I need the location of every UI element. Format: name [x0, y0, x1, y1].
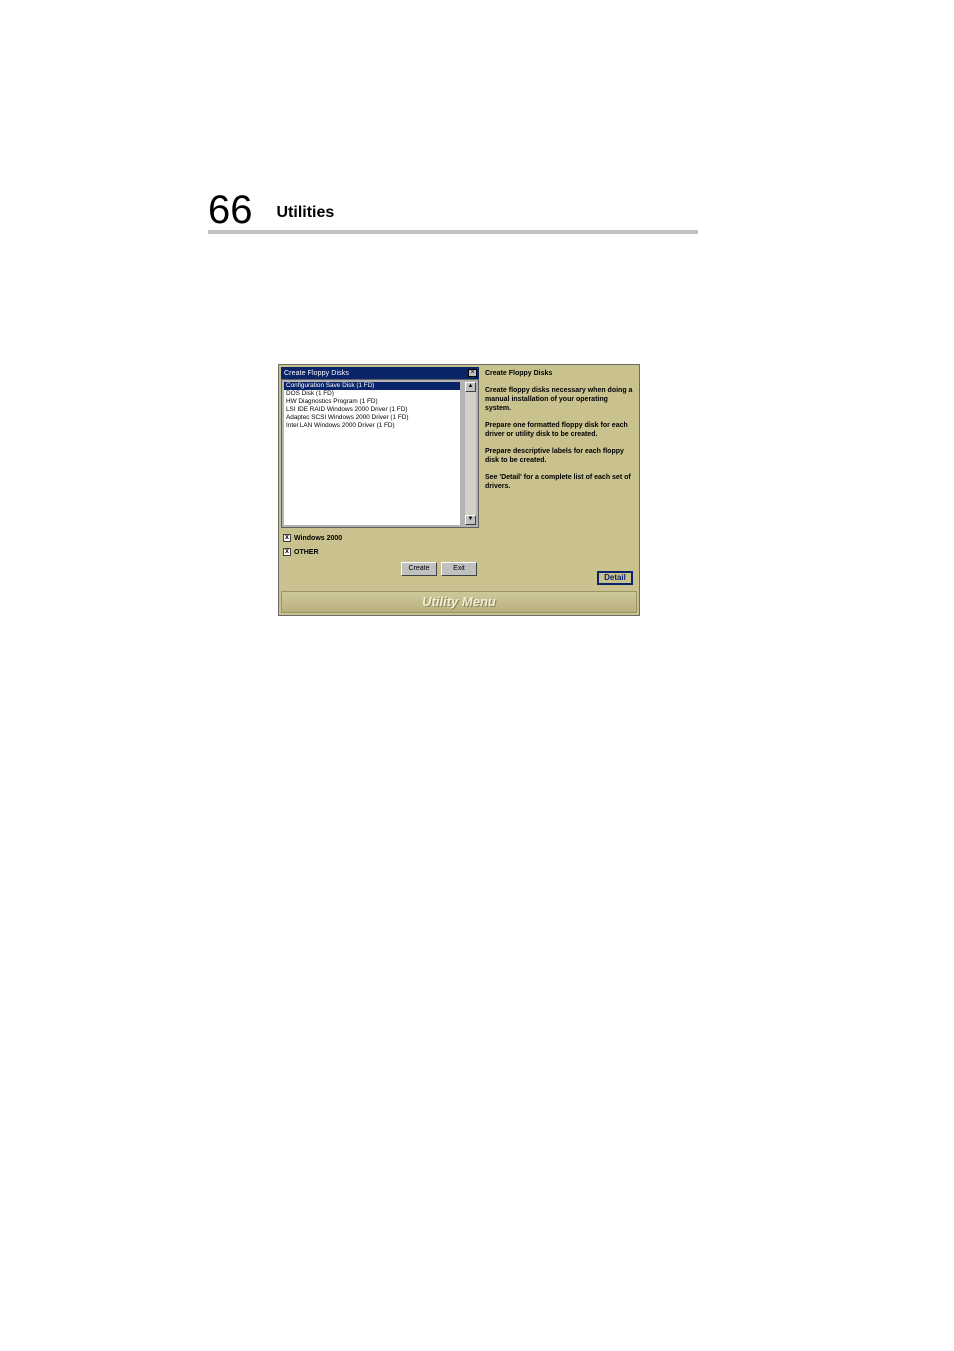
window-titlebar: Create Floppy Disks ×: [281, 367, 479, 379]
scroll-up-icon[interactable]: ▲: [465, 382, 476, 392]
info-text: Create floppy disks necessary when doing…: [485, 386, 633, 413]
info-panel: Create Floppy Disks Create floppy disks …: [483, 365, 639, 580]
utility-screenshot: Create Floppy Disks × Configuration Save…: [278, 364, 640, 616]
list-item[interactable]: DOS Disk (1 FD): [284, 390, 460, 398]
list-item[interactable]: Configuration Save Disk (1 FD): [284, 382, 460, 390]
checkbox-windows2000[interactable]: x: [283, 534, 291, 542]
page-number: 66: [208, 188, 253, 233]
list-item[interactable]: HW Diagnostics Program (1 FD): [284, 398, 460, 406]
info-heading: Create Floppy Disks: [485, 369, 633, 378]
create-button[interactable]: Create: [401, 562, 437, 576]
detail-button[interactable]: Detail: [597, 571, 633, 585]
list-item[interactable]: Intel LAN Windows 2000 Driver (1 FD): [284, 422, 460, 430]
checkbox-row: x OTHER: [283, 548, 477, 556]
listbox-frame: Configuration Save Disk (1 FD) DOS Disk …: [281, 379, 479, 528]
header-rule: [208, 230, 698, 234]
info-text: Prepare descriptive labels for each flop…: [485, 447, 633, 465]
scroll-down-icon[interactable]: ▼: [465, 515, 476, 525]
checkbox-label: Windows 2000: [294, 535, 342, 542]
exit-button[interactable]: Exit: [441, 562, 477, 576]
checkbox-row: x Windows 2000: [283, 534, 477, 542]
checkbox-other[interactable]: x: [283, 548, 291, 556]
section-title: Utilities: [277, 204, 335, 222]
list-item[interactable]: LSI IDE RAID Windows 2000 Driver (1 FD): [284, 406, 460, 414]
info-text: Prepare one formatted floppy disk for ea…: [485, 421, 633, 439]
create-floppy-window: Create Floppy Disks × Configuration Save…: [281, 367, 479, 578]
titlebar-text: Create Floppy Disks: [284, 370, 349, 377]
scrollbar[interactable]: ▲ ▼: [465, 382, 476, 525]
footer-band: Utility Menu: [281, 591, 637, 613]
info-text: See 'Detail' for a complete list of each…: [485, 473, 633, 491]
list-item[interactable]: Adaptec SCSI Windows 2000 Driver (1 FD): [284, 414, 460, 422]
close-icon[interactable]: ×: [468, 369, 477, 377]
checkbox-label: OTHER: [294, 549, 319, 556]
disk-listbox[interactable]: Configuration Save Disk (1 FD) DOS Disk …: [284, 382, 460, 525]
